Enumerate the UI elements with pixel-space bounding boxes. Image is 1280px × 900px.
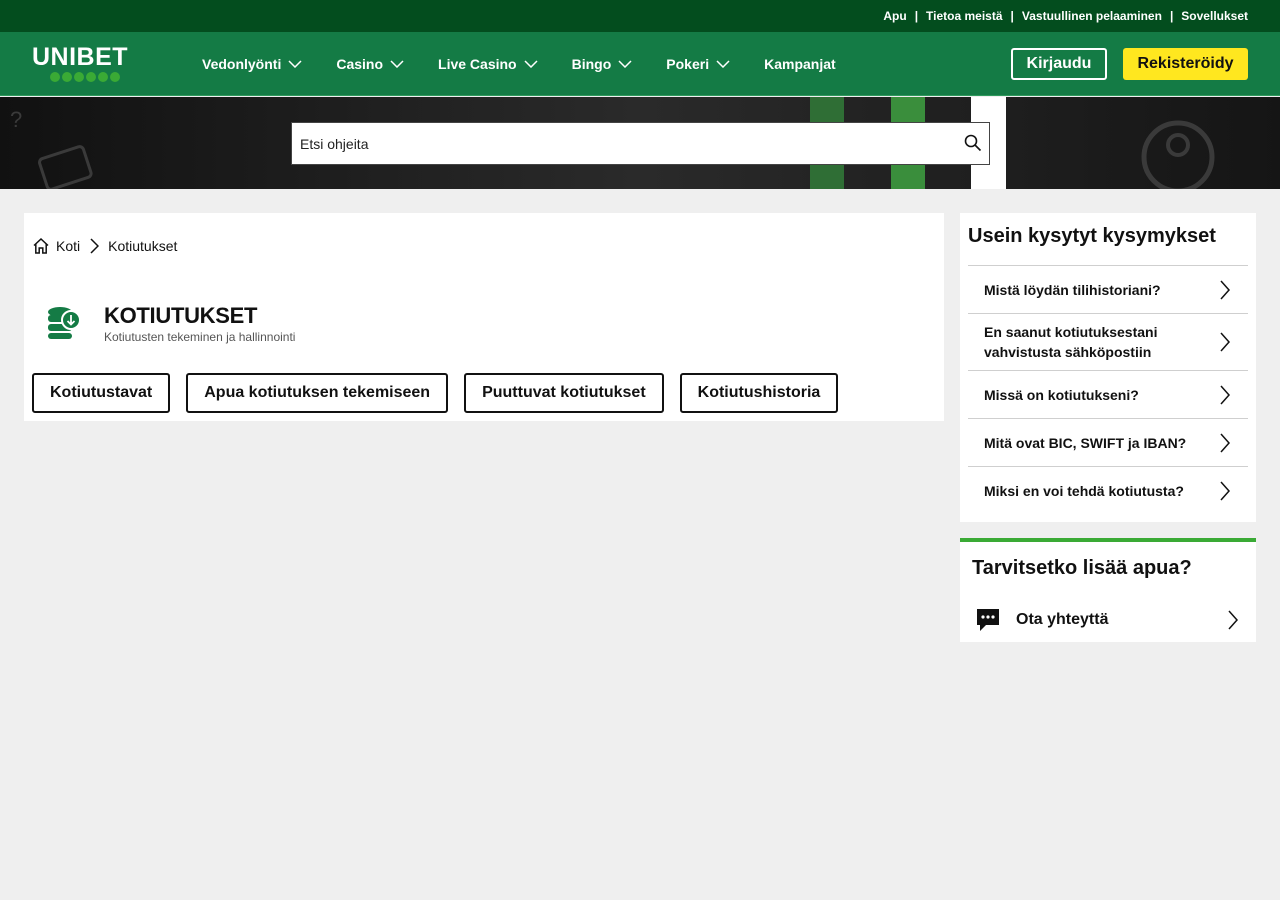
chevron-right-icon (1220, 481, 1230, 500)
faq-item[interactable]: Missä on kotiutukseni? (968, 370, 1248, 418)
login-button[interactable]: Kirjaudu (1011, 48, 1107, 80)
nav-item-casino[interactable]: Casino (336, 56, 404, 72)
chevron-down-icon (390, 60, 404, 68)
chevron-right-icon (90, 238, 100, 254)
nav-item-bingo[interactable]: Bingo (572, 56, 633, 72)
faq-item[interactable]: Miksi en voi tehdä kotiutusta? (968, 466, 1248, 514)
utility-link-responsible-gaming[interactable]: Vastuullinen pelaaminen (1022, 9, 1162, 23)
chevron-right-icon (1220, 332, 1230, 352)
utility-link-apps[interactable]: Sovellukset (1181, 9, 1248, 23)
chevron-down-icon (716, 60, 730, 68)
nav-item-label: Live Casino (438, 56, 517, 72)
logo-text: UNIBET (32, 43, 129, 71)
chevron-down-icon (288, 60, 302, 68)
faq-item-label: Miksi en voi tehdä kotiutusta? (984, 482, 1184, 499)
utility-link-apu[interactable]: Apu (883, 9, 906, 23)
link-separator: | (914, 9, 919, 23)
chevron-right-icon (1220, 385, 1230, 404)
nav-item-kampanjat[interactable]: Kampanjat (764, 56, 836, 72)
home-icon[interactable] (32, 237, 50, 255)
register-button[interactable]: Rekisteröidy (1123, 48, 1248, 80)
nav-item-label: Pokeri (666, 56, 710, 72)
unibet-logo[interactable]: UNIBET (32, 45, 132, 85)
faq-item[interactable]: Mistä löydän tilihistoriani? (968, 265, 1248, 313)
chevron-down-icon (524, 60, 538, 68)
utility-links: Apu | Tietoa meistä | Vastuullinen pelaa… (883, 9, 1248, 23)
nav-item-label: Kampanjat (764, 56, 836, 72)
chat-icon (977, 609, 999, 631)
link-separator: | (1010, 9, 1014, 23)
help-title: Tarvitsetko lisää apua? (972, 557, 1192, 579)
faq-item[interactable]: En saanut kotiutuksestani vahvistusta sä… (968, 313, 1248, 370)
nav-item-label: Casino (336, 56, 384, 72)
chevron-down-icon (618, 60, 632, 68)
tab-withdrawal-help[interactable]: Apua kotiutuksen tekemiseen (186, 373, 449, 413)
more-help-panel: Tarvitsetko lisää apua? Ota yhteyttä (960, 538, 1256, 642)
faq-item-label: Mitä ovat BIC, SWIFT ja IBAN? (984, 434, 1187, 451)
svg-text:?: ? (10, 107, 22, 132)
nav-item-vedonlyonti[interactable]: Vedonlyönti (202, 56, 302, 72)
main-content-card: Koti Kotiutukset KOTIUTUKSET Kotiutusten… (24, 213, 944, 421)
tab-withdrawal-history[interactable]: Kotiutushistoria (679, 373, 839, 413)
search-icon[interactable] (964, 134, 982, 152)
chevron-right-icon (1220, 433, 1230, 452)
nav-item-pokeri[interactable]: Pokeri (666, 56, 730, 72)
main-navigation: UNIBET Vedonlyönti Casino Live Casino Bi… (0, 32, 1280, 96)
nav-menu: Vedonlyönti Casino Live Casino Bingo Pok… (202, 32, 870, 96)
tab-missing-withdrawals[interactable]: Puuttuvat kotiutukset (464, 373, 664, 413)
breadcrumb-home-link[interactable]: Koti (56, 238, 80, 254)
faq-list: Mistä löydän tilihistoriani? En saanut k… (968, 265, 1248, 514)
top-utility-bar: Apu | Tietoa meistä | Vastuullinen pelaa… (0, 0, 1280, 32)
topic-tabs: Kotiutustavat Apua kotiutuksen tekemisee… (32, 373, 854, 413)
breadcrumb-current: Kotiutukset (108, 238, 178, 254)
tab-kotiutustavat[interactable]: Kotiutustavat (32, 373, 171, 413)
faq-title: Usein kysytyt kysymykset (968, 225, 1216, 247)
nav-item-label: Bingo (571, 56, 612, 72)
chevron-right-icon (1220, 280, 1230, 299)
faq-item-label: Missä on kotiutukseni? (984, 386, 1139, 403)
faq-panel: Usein kysytyt kysymykset Mistä löydän ti… (960, 213, 1256, 522)
page-subtitle: Kotiutusten tekeminen ja hallinnointi (104, 330, 296, 344)
breadcrumb: Koti Kotiutukset (32, 237, 177, 255)
coins-download-icon (48, 307, 81, 339)
help-search-box (291, 122, 990, 165)
nav-item-live-casino[interactable]: Live Casino (438, 56, 538, 72)
logo-dots (50, 72, 120, 82)
faq-item-label: En saanut kotiutuksestani vahvistusta sä… (984, 324, 1158, 360)
contact-us-link[interactable]: Ota yhteyttä (960, 604, 1256, 636)
link-separator: | (1169, 9, 1174, 23)
search-hero-banner: ? (0, 97, 1280, 189)
chevron-right-icon (1228, 610, 1238, 630)
faq-item[interactable]: Mitä ovat BIC, SWIFT ja IBAN? (968, 418, 1248, 466)
utility-link-about[interactable]: Tietoa meistä (926, 9, 1002, 23)
faq-item-label: Mistä löydän tilihistoriani? (984, 281, 1161, 298)
search-input[interactable] (292, 123, 952, 164)
page-title: KOTIUTUKSET (104, 303, 258, 328)
nav-item-label: Vedonlyönti (202, 56, 282, 72)
contact-us-label: Ota yhteyttä (1016, 611, 1109, 628)
